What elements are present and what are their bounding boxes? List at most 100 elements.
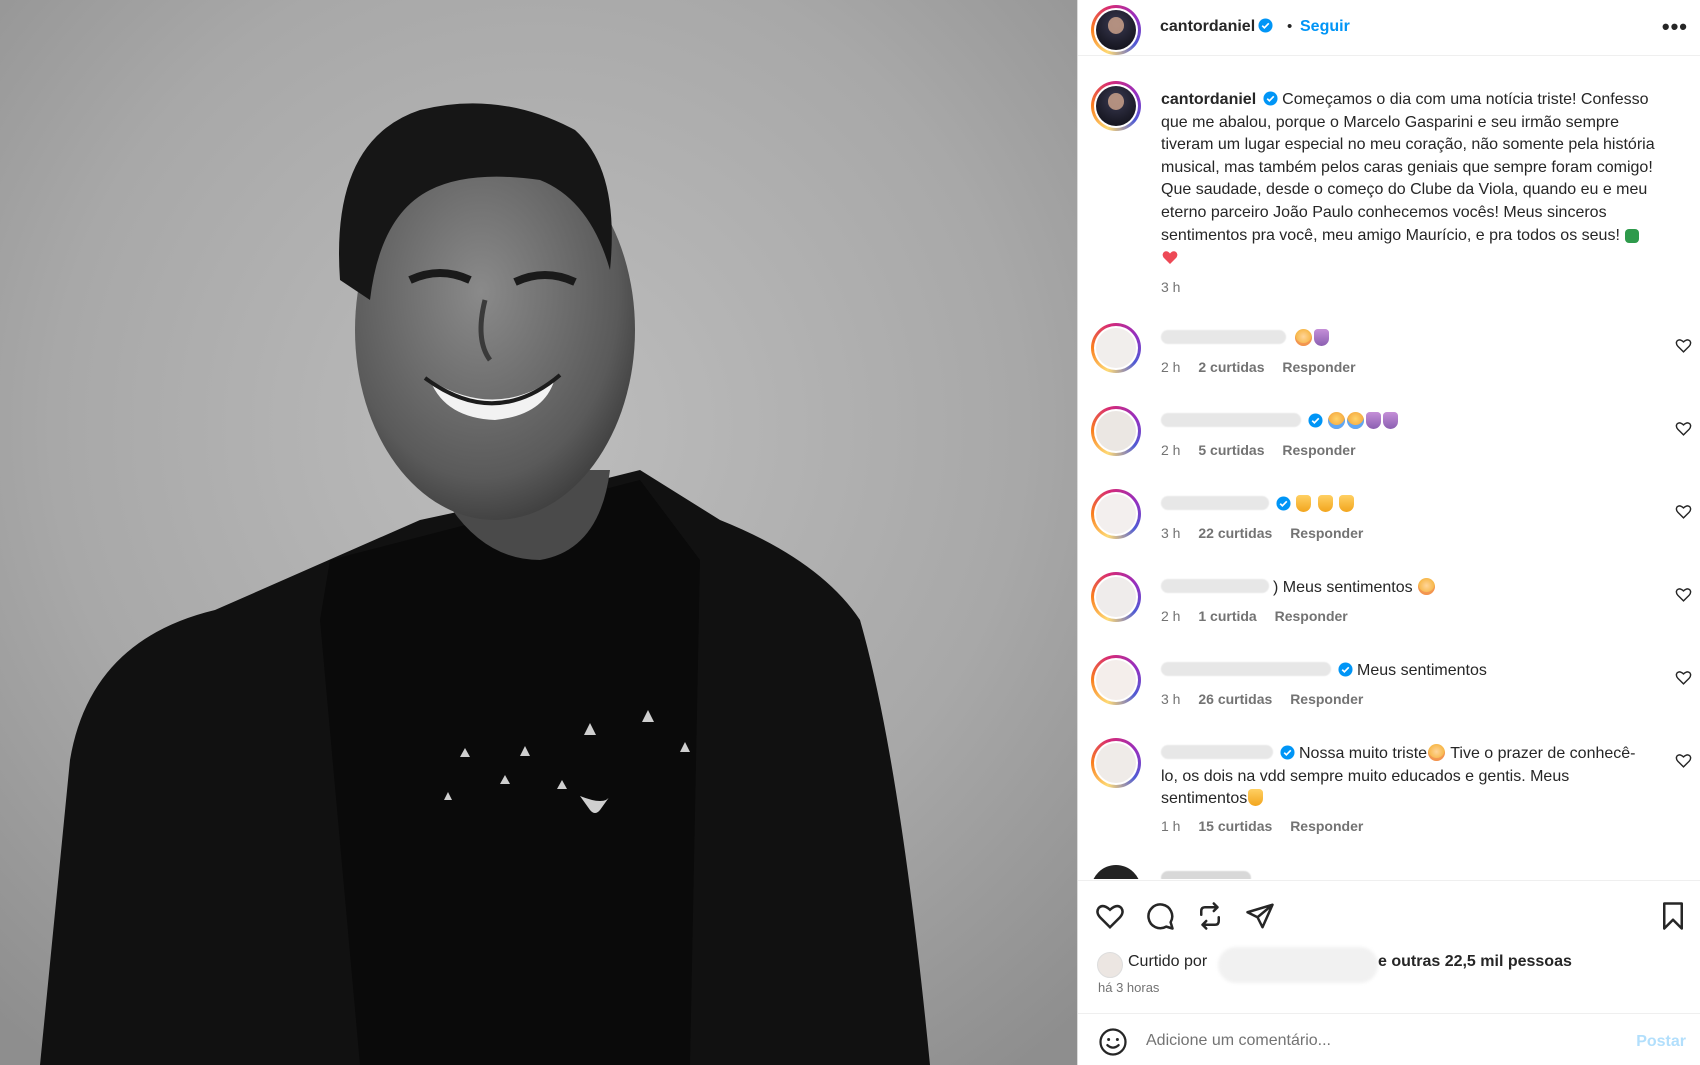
author-avatar[interactable] (1091, 5, 1141, 55)
verified-badge-icon (1338, 662, 1353, 677)
folded-hands-emoji-icon (1314, 329, 1330, 346)
liked-by-count[interactable]: e outras 22,5 mil pessoas (1378, 953, 1572, 971)
flushed-face-emoji-icon (1295, 329, 1313, 346)
reply-button[interactable]: Responder (1282, 442, 1355, 458)
bookmark-icon[interactable] (1658, 901, 1688, 931)
verified-badge-icon (1276, 496, 1291, 511)
reply-button[interactable]: Responder (1275, 608, 1348, 624)
commenter-avatar[interactable] (1091, 406, 1141, 456)
comment-body (1161, 328, 1641, 351)
liked-by-avatar[interactable] (1097, 952, 1123, 978)
comment-time[interactable]: 2 h (1161, 359, 1180, 375)
add-comment-bar: Postar (1078, 1013, 1700, 1065)
comment-time[interactable]: 2 h (1161, 608, 1180, 624)
folded-hands-emoji-icon (1366, 412, 1382, 429)
emoji-picker-icon[interactable] (1098, 1027, 1128, 1057)
liked-by-prefix: Curtido por (1128, 953, 1208, 970)
commenter-username-redacted[interactable] (1161, 871, 1251, 879)
flushed-face-emoji-icon (1418, 578, 1436, 595)
folded-hands-emoji-icon (1383, 412, 1399, 429)
caption-time[interactable]: 3 h (1161, 279, 1180, 295)
post-header: cantordaniel • Seguir ••• (1078, 0, 1700, 56)
four-leaf-clover-emoji-icon (1625, 228, 1640, 243)
folded-hands-emoji-icon (1248, 789, 1264, 807)
verified-badge-icon (1258, 18, 1273, 33)
caption-username[interactable]: cantordaniel (1161, 91, 1256, 108)
folded-hands-emoji-icon (1296, 495, 1312, 512)
comment-body (1161, 411, 1641, 434)
share-icon[interactable] (1245, 901, 1275, 931)
commenter-avatar[interactable] (1091, 655, 1141, 705)
caption-avatar[interactable] (1091, 81, 1141, 131)
author-username[interactable]: cantordaniel (1160, 18, 1255, 35)
commenter-username-redacted[interactable] (1161, 496, 1269, 510)
comment-time[interactable]: 3 h (1161, 691, 1180, 707)
comment-likes[interactable]: 26 curtidas (1198, 691, 1272, 707)
comment-likes[interactable]: 5 curtidas (1198, 442, 1264, 458)
red-heart-emoji-icon (1162, 251, 1178, 265)
comment-body: Nossa muito triste Tive o prazer de conh… (1161, 743, 1641, 811)
comment-like-heart-icon[interactable] (1675, 503, 1692, 520)
header-separator: • (1287, 18, 1293, 35)
reply-button[interactable]: Responder (1290, 691, 1363, 707)
more-options-icon[interactable]: ••• (1662, 14, 1688, 40)
caption-text-block: cantordaniel Começamos o dia com uma notí… (1161, 89, 1661, 270)
post-photo[interactable] (0, 0, 1077, 1065)
comment-like-heart-icon[interactable] (1675, 669, 1692, 686)
comment-icon[interactable] (1145, 901, 1175, 931)
comment-meta: 3 h 22 curtidas Responder (1161, 525, 1377, 541)
comment-body (1161, 494, 1641, 517)
comment-body (1161, 869, 1641, 879)
commenter-username-redacted[interactable] (1161, 330, 1286, 344)
liked-by-username-redacted[interactable] (1218, 947, 1378, 983)
comment-likes[interactable]: 2 curtidas (1198, 359, 1264, 375)
folded-hands-emoji-icon (1317, 495, 1333, 512)
comment-meta: 2 h 1 curtida Responder (1161, 608, 1362, 624)
comment-time[interactable]: 1 h (1161, 818, 1180, 834)
comment-likes[interactable]: 1 curtida (1198, 608, 1256, 624)
commenter-username-redacted[interactable] (1161, 745, 1273, 759)
comment-text: Nossa muito triste (1299, 745, 1428, 762)
post-comment-button[interactable]: Postar (1636, 1033, 1686, 1051)
comments-list[interactable]: cantordaniel Começamos o dia com uma notí… (1078, 57, 1700, 879)
reply-button[interactable]: Responder (1282, 359, 1355, 375)
comment-meta: 2 h 2 curtidas Responder (1161, 359, 1370, 375)
flushed-face-emoji-icon (1428, 744, 1446, 761)
reply-button[interactable]: Responder (1290, 525, 1363, 541)
commenter-avatar[interactable] (1091, 865, 1141, 879)
commenter-avatar[interactable] (1091, 572, 1141, 622)
post-photo-illustration (0, 0, 1077, 1065)
commenter-avatar[interactable] (1091, 738, 1141, 788)
comment-like-heart-icon[interactable] (1675, 420, 1692, 437)
comment-input[interactable] (1146, 1024, 1596, 1058)
verified-badge-icon (1263, 91, 1278, 106)
comment-like-heart-icon[interactable] (1675, 752, 1692, 769)
repost-icon[interactable] (1195, 901, 1225, 931)
comment-likes[interactable]: 15 curtidas (1198, 818, 1272, 834)
commenter-username-redacted[interactable] (1161, 413, 1301, 427)
comment-like-heart-icon[interactable] (1675, 586, 1692, 603)
commenter-username-redacted[interactable] (1161, 579, 1269, 593)
commenter-avatar[interactable] (1091, 489, 1141, 539)
comment-time[interactable]: 3 h (1161, 525, 1180, 541)
comment-likes[interactable]: 22 curtidas (1198, 525, 1272, 541)
author-username-row: cantordaniel (1160, 18, 1273, 36)
comment-like-heart-icon[interactable] (1675, 337, 1692, 354)
comment-body: ) Meus sentimentos (1161, 577, 1641, 600)
heart-icon[interactable] (1095, 901, 1125, 931)
verified-badge-icon (1280, 745, 1295, 760)
post-timestamp[interactable]: há 3 horas (1098, 980, 1159, 995)
comment-body: Meus sentimentos (1161, 660, 1641, 683)
caption-text: Começamos o dia com uma notícia triste! … (1161, 91, 1655, 244)
comment-meta: 1 h 15 curtidas Responder (1161, 818, 1377, 834)
comment-time[interactable]: 2 h (1161, 442, 1180, 458)
crying-face-emoji-icon (1347, 412, 1365, 429)
crying-face-emoji-icon (1328, 412, 1346, 429)
reply-button[interactable]: Responder (1290, 818, 1363, 834)
folded-hands-emoji-icon (1339, 495, 1355, 512)
verified-badge-icon (1308, 413, 1323, 428)
commenter-username-redacted[interactable] (1161, 662, 1331, 676)
commenter-avatar[interactable] (1091, 323, 1141, 373)
comment-meta: 3 h 26 curtidas Responder (1161, 691, 1377, 707)
follow-button[interactable]: Seguir (1300, 18, 1350, 36)
